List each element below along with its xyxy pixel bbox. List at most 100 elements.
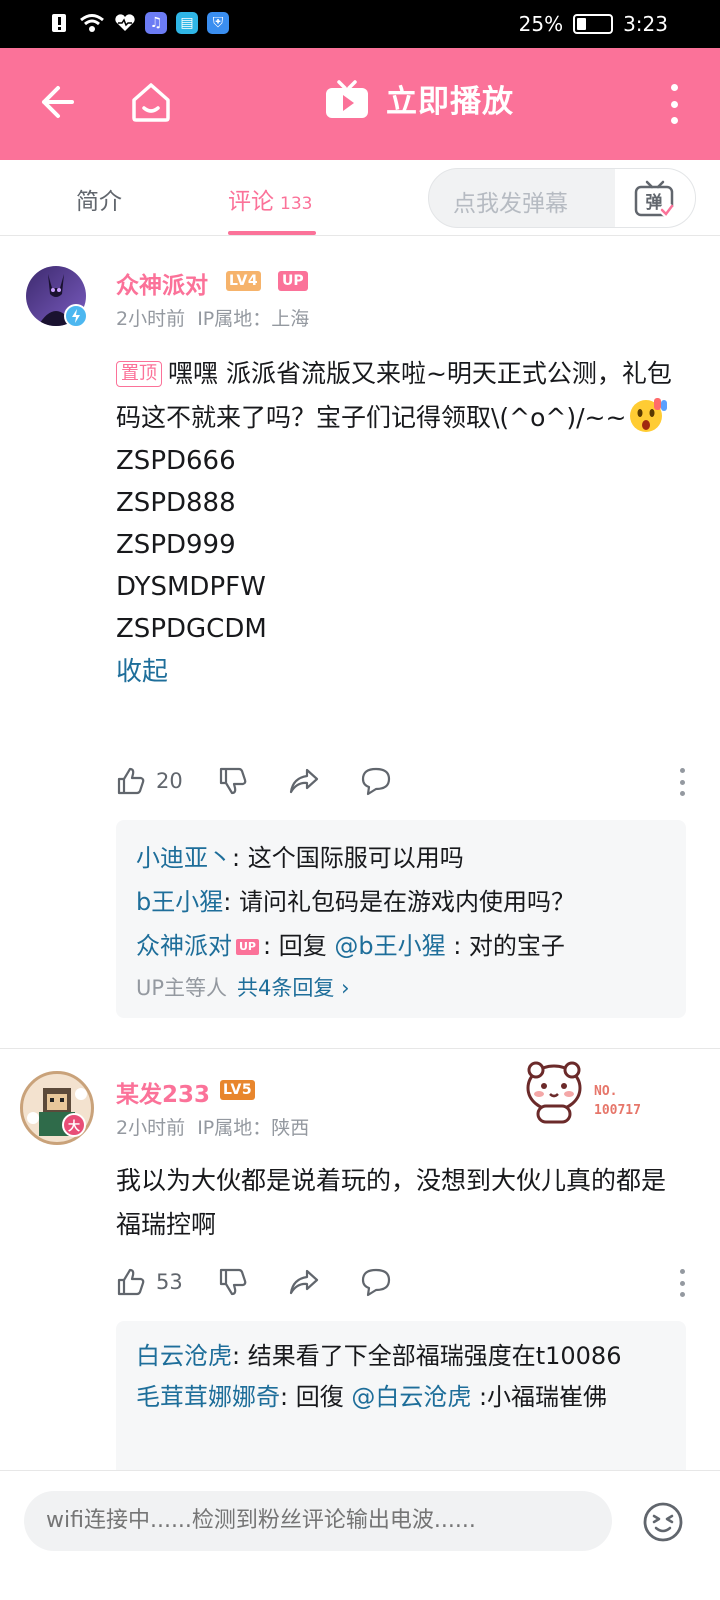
view-all-replies-label: 共4条回复 <box>237 976 335 1000</box>
gift-code: ZSPD888 <box>116 488 236 518</box>
reply-up-badge: UP <box>236 939 259 955</box>
reply-preview-box[interactable]: 白云沧虎: 结果看了下全部福瑞强度在t10086 毛茸茸娜娜奇: 回復 @白云沧… <box>116 1321 686 1481</box>
reply-mention[interactable]: @b王小猩 <box>334 932 445 960</box>
reply-bubble-icon[interactable] <box>360 1267 392 1297</box>
comment-actions: 53 <box>116 1267 686 1307</box>
comment-input-bar <box>0 1470 720 1600</box>
app-bar: 立即播放 <box>0 48 720 160</box>
battery-icon <box>573 14 614 34</box>
view-all-replies-link[interactable]: 共4条回复 › <box>237 976 349 1000</box>
gift-code: DYSMDPFW <box>116 572 266 602</box>
comment-actions: 20 <box>116 766 686 806</box>
pinned-tag: 置顶 <box>116 361 162 387</box>
wifi-icon <box>80 14 104 32</box>
reply-item: 小迪亚丶: 这个国际服可以用吗 <box>136 836 666 880</box>
danmaku-button-glyph: 弹 <box>646 192 663 213</box>
more-menu-icon[interactable] <box>668 84 680 124</box>
emoji-icon[interactable] <box>642 1501 684 1543</box>
danmaku-tv-icon: 弹 <box>634 180 674 217</box>
reply-bubble-icon[interactable] <box>360 766 392 796</box>
reply-footer-who: UP主等人 <box>136 976 228 1000</box>
reply-text: : 这个国际服可以用吗 <box>232 844 464 872</box>
fan-number-value: 100717 <box>594 1103 641 1118</box>
fan-number-label: NO. <box>594 1084 618 1099</box>
username[interactable]: 众神派对 <box>116 266 208 300</box>
comment-input[interactable] <box>24 1491 612 1551</box>
play-now-label: 立即播放 <box>386 84 514 120</box>
reply-item: b王小猩: 请问礼包码是在游戏内使用吗？ <box>136 880 666 924</box>
reply-author[interactable]: b王小猩 <box>136 888 223 916</box>
mascot-icon <box>526 1061 582 1124</box>
chevron-right-icon: › <box>341 976 350 1000</box>
comment-ip: IP属地：陕西 <box>197 1117 310 1139</box>
reply-text: : 结果看了下全部福瑞强度在t10086 <box>232 1342 622 1370</box>
status-icons: ♫ ▤ ⛨ <box>50 12 229 34</box>
battery-percent: 25% <box>518 12 564 36</box>
collapse-link[interactable]: 收起 <box>116 650 686 694</box>
reply-author[interactable]: 白云沧虎 <box>136 1342 232 1370</box>
thumbs-up-icon <box>117 767 145 795</box>
music-app-icon: ♫ <box>145 12 167 34</box>
like-button[interactable]: 20 <box>116 766 183 796</box>
danmaku-toggle-button[interactable]: 弹 <box>615 169 695 227</box>
like-button[interactable]: 53 <box>116 1267 183 1297</box>
comment-more-icon[interactable] <box>678 768 686 796</box>
active-tab-indicator <box>228 231 316 235</box>
reply-item: 毛茸茸娜娜奇: 回復 @白云沧虎 :小福瑞崔佛 <box>136 1375 666 1419</box>
comment-meta: 2小时前 IP属地：上海 <box>116 304 309 331</box>
clock: 3:23 <box>623 12 668 36</box>
alert-icon <box>52 14 66 32</box>
share-icon[interactable] <box>288 1267 320 1297</box>
thumbs-down-icon[interactable] <box>218 766 248 796</box>
share-icon[interactable] <box>288 766 320 796</box>
fan-number-badge: NO. 100717 <box>522 1060 702 1130</box>
reply-author[interactable]: 小迪亚丶 <box>136 844 232 872</box>
comment-text: 嘿嘿 派派省流版又来啦~明天正式公测，礼包码这不就来了吗？宝子们记得领取\(^o… <box>116 359 672 432</box>
reply-prefix: : 回復 <box>280 1383 352 1411</box>
reply-footer: UP主等人 共4条回复 › <box>136 968 666 1008</box>
gift-code: ZSPD666 <box>116 446 236 476</box>
thumbs-down-icon[interactable] <box>218 1267 248 1297</box>
comment-item: 众神派对 LV4 UP 2小时前 IP属地：上海 置顶 嘿嘿 派派省流版又来啦~明… <box>0 236 720 1046</box>
comment-time: 2小时前 <box>116 1117 186 1139</box>
reply-text: : 对的宝子 <box>445 932 565 960</box>
back-arrow-icon[interactable] <box>36 82 76 122</box>
home-icon[interactable] <box>130 80 172 124</box>
comment-more-icon[interactable] <box>678 1269 686 1297</box>
gift-code: ZSPD999 <box>116 530 236 560</box>
play-now-button[interactable]: 立即播放 <box>324 76 514 121</box>
reply-mention[interactable]: @白云沧虎 <box>351 1383 471 1411</box>
reply-author[interactable]: 毛茸茸娜娜奇 <box>136 1383 280 1411</box>
tab-comments[interactable]: 评论 133 <box>228 182 312 216</box>
comment-meta: 2小时前 IP属地：陕西 <box>116 1113 309 1140</box>
comment-time: 2小时前 <box>116 308 186 330</box>
verified-lightning-icon <box>64 304 88 328</box>
reader-app-icon: ▤ <box>176 12 198 34</box>
status-bar: ♫ ▤ ⛨ 25% 3:23 <box>0 0 720 48</box>
username[interactable]: 某发233 <box>116 1075 210 1109</box>
comment-count: 133 <box>280 194 313 214</box>
comment-ip: IP属地：上海 <box>197 308 310 330</box>
tab-intro[interactable]: 简介 <box>76 182 122 216</box>
level-badge: LV5 <box>220 1080 256 1100</box>
danmaku-placeholder: 点我发弹幕 <box>453 191 568 217</box>
shield-app-icon: ⛨ <box>207 12 229 34</box>
tab-comments-label: 评论 <box>228 189 274 215</box>
up-badge: UP <box>278 271 308 291</box>
danmaku-input-box[interactable]: 点我发弹幕 弹 <box>428 168 696 228</box>
comment-content: 置顶 嘿嘿 派派省流版又来啦~明天正式公测，礼包码这不就来了吗？宝子们记得领取\(… <box>116 352 686 694</box>
avatar[interactable] <box>20 1071 94 1145</box>
health-icon <box>115 14 135 32</box>
reply-author[interactable]: 众神派对 <box>136 932 232 960</box>
reply-preview-box[interactable]: 小迪亚丶: 这个国际服可以用吗 b王小猩: 请问礼包码是在游戏内使用吗？ 众神派… <box>116 820 686 1018</box>
gift-code: ZSPDGCDM <box>116 614 267 644</box>
comment-content: 我以为大伙都是说着玩的，没想到大伙儿真的都是福瑞控啊 <box>116 1159 686 1247</box>
tab-bar: 简介 评论 133 点我发弹幕 弹 <box>0 160 720 236</box>
like-count: 53 <box>156 1270 183 1294</box>
reply-item: 众神派对 UP: 回复 @b王小猩 : 对的宝子 <box>136 924 666 968</box>
avatar-badge: 大 <box>62 1113 86 1137</box>
surprised-emoji-icon <box>630 398 668 432</box>
comment-text: 我以为大伙都是说着玩的，没想到大伙儿真的都是福瑞控啊 <box>116 1166 667 1239</box>
level-badge: LV4 <box>226 271 262 291</box>
reply-text: : 请问礼包码是在游戏内使用吗？ <box>223 888 575 916</box>
